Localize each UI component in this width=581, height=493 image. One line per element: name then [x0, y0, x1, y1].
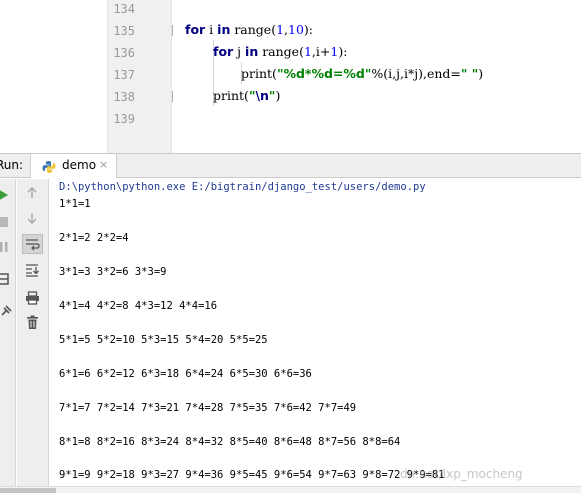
pause-icon[interactable]: [0, 238, 10, 257]
number-literal: 1: [303, 44, 312, 59]
line-number: 134: [113, 2, 135, 16]
keyword-in: in: [217, 22, 231, 37]
close-icon[interactable]: ×: [99, 158, 108, 171]
console-output-line: 7*1=7 7*2=14 7*3=21 7*4=28 7*5=35 7*6=42…: [59, 402, 357, 414]
keyword-in: in: [245, 44, 259, 59]
line-number: 138: [113, 90, 135, 104]
up-arrow-icon[interactable]: [25, 185, 39, 204]
code-token: i: [205, 22, 218, 37]
trash-icon[interactable]: [26, 315, 39, 334]
editor-left-margin: [0, 0, 107, 153]
down-arrow-icon[interactable]: [25, 210, 39, 229]
code-editor[interactable]: 134 135 136 137 138 139 for i in range(1…: [0, 0, 581, 153]
code-token: range(: [258, 44, 304, 59]
horizontal-scrollbar[interactable]: [0, 486, 581, 493]
code-token: range(: [230, 22, 277, 37]
code-token: ): [275, 88, 281, 103]
line-number: 139: [113, 112, 135, 126]
console-command-line: D:\python\python.exe E:/bigtrain/django_…: [59, 181, 426, 193]
code-token: ):: [303, 22, 314, 37]
string-literal: "%d*%d=%d": [276, 66, 372, 81]
console-output-line: 8*1=8 8*2=16 8*3=24 8*4=32 8*5=40 8*6=48…: [59, 436, 401, 448]
console-output-line: 3*1=3 3*2=6 3*3=9: [59, 266, 167, 278]
line-number: 137: [113, 68, 135, 82]
console-output-line: 1*1=1: [59, 198, 91, 210]
run-label: Run:: [0, 158, 24, 172]
tab-label: demo: [62, 158, 97, 172]
line-number: 135: [113, 24, 135, 38]
run-toolbar-secondary: [17, 179, 49, 486]
console-output[interactable]: D:\python\python.exe E:/bigtrain/django_…: [50, 179, 581, 486]
string-literal: " ": [460, 66, 479, 81]
number-literal: 10: [288, 22, 304, 37]
keyword-for: for: [213, 44, 234, 59]
pin-icon[interactable]: [0, 302, 12, 321]
code-token: ): [478, 66, 484, 81]
run-panel-header: Run: demo ×: [0, 154, 581, 178]
stop-icon[interactable]: [0, 213, 10, 232]
escape-sequence: \n: [255, 88, 269, 103]
code-token: print(: [213, 88, 249, 103]
code-token: ):: [338, 44, 348, 59]
code-line-138: print("\n"): [213, 88, 280, 103]
keyword-for: for: [185, 22, 206, 37]
code-line-137: print("%d*%d=%d"%(i,j,i*j),end=" "): [241, 66, 483, 81]
code-line-136: for j in range(1,i+1):: [213, 44, 347, 59]
run-toolbar-primary: [0, 179, 16, 486]
console-output-line: 9*1=9 9*2=18 9*3=27 9*4=36 9*5=45 9*6=54…: [59, 469, 445, 481]
number-literal: 1: [276, 22, 285, 37]
code-token: j: [233, 44, 246, 59]
print-icon[interactable]: [25, 290, 40, 309]
console-output-line: 4*1=4 4*2=8 4*3=12 4*4=16: [59, 300, 218, 312]
watermark-text: dn.net/lxp_mocheng: [400, 467, 523, 481]
code-token: print(: [241, 66, 277, 81]
line-number: 136: [113, 46, 135, 60]
tab-demo[interactable]: demo ×: [30, 154, 117, 178]
scrollbar-thumb[interactable]: [0, 488, 56, 493]
python-icon: [42, 159, 56, 173]
console-output-line: 6*1=6 6*2=12 6*3=18 6*4=24 6*5=30 6*6=36: [59, 368, 312, 380]
line-number-gutter: 134 135 136 137 138 139: [107, 0, 183, 153]
run-icon[interactable]: [0, 187, 10, 206]
scroll-to-end-icon[interactable]: [24, 262, 40, 282]
code-token: %(i,j,i*j),end=: [371, 66, 461, 81]
layout-icon[interactable]: [0, 270, 10, 289]
console-output-line: 5*1=5 5*2=10 5*3=15 5*4=20 5*5=25: [59, 334, 268, 346]
code-area[interactable]: for i in range(1,10): for j in range(1,i…: [173, 0, 581, 153]
console-output-line: 2*1=2 2*2=4: [59, 232, 129, 244]
soft-wrap-icon[interactable]: [22, 234, 43, 254]
code-line-135: for i in range(1,10):: [185, 22, 313, 37]
code-token: ,i+: [311, 44, 331, 59]
